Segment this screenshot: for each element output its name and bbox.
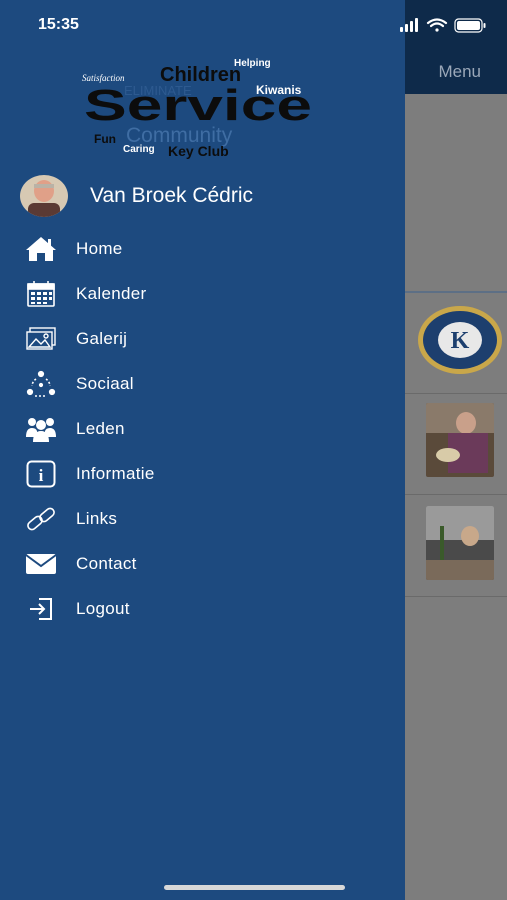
background-row-divider xyxy=(405,393,507,394)
home-indicator[interactable] xyxy=(164,885,345,890)
svg-text:Key Club: Key Club xyxy=(168,143,229,159)
menu-item-label: Sociaal xyxy=(76,373,134,393)
gallery-icon xyxy=(24,324,57,354)
svg-text:K: K xyxy=(451,328,470,354)
menu-item-label: Kalender xyxy=(76,283,147,303)
kiwanis-international-logo: K xyxy=(418,306,502,374)
social-icon xyxy=(24,369,57,399)
status-icons xyxy=(400,18,486,33)
members-icon xyxy=(24,414,57,444)
menu-item-home[interactable]: Home xyxy=(0,226,405,271)
background-photo-thumbnail[interactable] xyxy=(426,506,494,580)
background-row-divider xyxy=(405,596,507,597)
info-icon: i xyxy=(24,459,57,489)
menu-item-links[interactable]: Links xyxy=(0,496,405,541)
service-word-cloud-logo: Children Helping Satisfaction ELIMINATE … xyxy=(82,58,312,159)
svg-text:Caring: Caring xyxy=(123,144,155,155)
menu-item-leden[interactable]: Leden xyxy=(0,406,405,451)
svg-text:Helping: Helping xyxy=(234,58,271,69)
menu-item-logout[interactable]: Logout xyxy=(0,586,405,631)
menu-item-kalender[interactable]: Kalender xyxy=(0,271,405,316)
background-row-divider xyxy=(405,494,507,495)
background-divider xyxy=(405,291,507,293)
navigation-drawer: Children Helping Satisfaction ELIMINATE … xyxy=(0,0,405,900)
cellular-signal-icon xyxy=(400,18,418,32)
link-icon xyxy=(24,504,57,534)
menu-item-contact[interactable]: Contact xyxy=(0,541,405,586)
svg-text:Fun: Fun xyxy=(94,132,116,146)
menu-item-label: Informatie xyxy=(76,463,155,483)
menu-item-galerij[interactable]: Galerij xyxy=(0,316,405,361)
background-menu-button[interactable]: Menu xyxy=(438,62,481,82)
menu-item-sociaal[interactable]: Sociaal xyxy=(0,361,405,406)
avatar xyxy=(20,175,68,217)
user-profile[interactable]: Van Broek Cédric xyxy=(20,174,390,218)
battery-icon xyxy=(454,18,486,33)
home-icon xyxy=(24,234,57,264)
menu-item-label: Home xyxy=(76,238,123,258)
menu-item-label: Contact xyxy=(76,553,137,573)
menu-item-label: Logout xyxy=(76,598,130,618)
menu-item-label: Links xyxy=(76,508,118,528)
svg-text:Service: Service xyxy=(84,81,312,130)
menu-item-label: Galerij xyxy=(76,328,128,348)
wifi-icon xyxy=(426,18,448,32)
mail-icon xyxy=(24,549,57,579)
logout-icon xyxy=(24,594,57,624)
profile-name: Van Broek Cédric xyxy=(90,184,254,207)
menu-item-informatie[interactable]: i Informatie xyxy=(0,451,405,496)
svg-text:i: i xyxy=(38,466,43,485)
calendar-icon xyxy=(24,279,57,309)
status-time: 15:35 xyxy=(38,16,79,33)
menu-item-label: Leden xyxy=(76,418,125,438)
background-photo-thumbnail[interactable] xyxy=(426,403,494,477)
